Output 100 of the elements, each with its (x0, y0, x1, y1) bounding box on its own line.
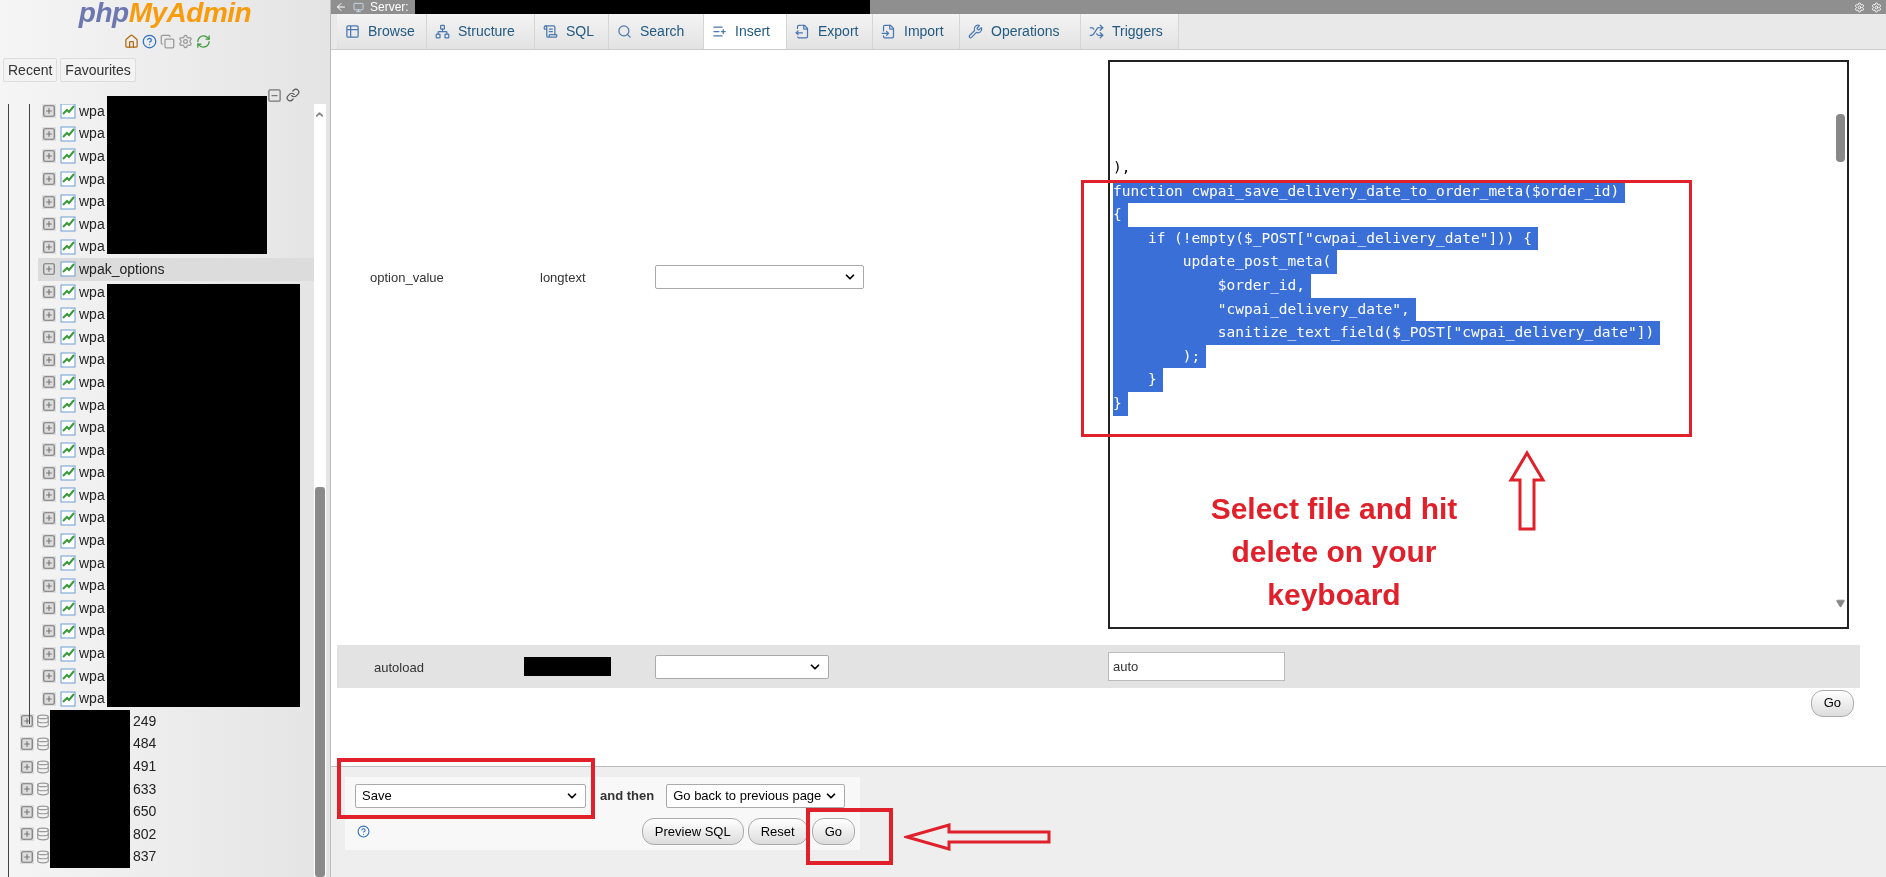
tree-item[interactable]: wpa (38, 393, 105, 417)
tree-item[interactable]: wpa (38, 104, 105, 123)
tree-item[interactable]: 802 (132, 823, 158, 845)
tree-item[interactable]: wpa (38, 190, 105, 213)
tree-item[interactable]: wpa (38, 325, 105, 349)
form-button[interactable]: Preview SQL (641, 818, 744, 845)
help-icon[interactable] (141, 33, 157, 49)
function-select[interactable] (655, 265, 864, 289)
go-button[interactable]: Go (1810, 689, 1854, 717)
settings-icon[interactable] (177, 33, 193, 49)
scroll-icon (543, 24, 558, 39)
tree-item[interactable]: 491 (132, 756, 158, 777)
database-icon (36, 736, 50, 751)
table-icon (60, 125, 76, 142)
table-icon (60, 306, 76, 323)
function-select[interactable] (655, 654, 829, 679)
table-icon (60, 442, 76, 459)
shuffle-icon (1089, 24, 1104, 39)
tab[interactable]: Triggers (1081, 14, 1179, 49)
tree-item[interactable]: wpa (38, 687, 105, 711)
tab[interactable]: Insert (704, 14, 787, 49)
tree-item[interactable]: 837 (132, 846, 158, 868)
tree-item[interactable]: 249 (132, 710, 158, 732)
tree-item[interactable]: wpa (38, 484, 105, 507)
code-line: ), (1113, 158, 1132, 177)
form-button[interactable]: Go (811, 818, 855, 845)
table-icon (60, 238, 76, 255)
tree-item[interactable]: wpak_options (38, 258, 314, 281)
link-icon[interactable] (286, 88, 300, 102)
tree-item[interactable]: wpa (38, 551, 105, 575)
tree-item[interactable]: wpa (38, 371, 105, 394)
table-icon (60, 487, 76, 504)
after-select[interactable]: Go back to previous page (666, 784, 846, 808)
column-type: longtext (540, 270, 586, 285)
table-icon (60, 284, 76, 301)
table-icon (60, 555, 76, 572)
tree-item[interactable]: wpa (38, 167, 105, 191)
database-icon (36, 782, 50, 797)
tab[interactable]: Structure (427, 14, 535, 49)
table-icon (60, 577, 76, 594)
document-icon[interactable] (159, 33, 175, 49)
tree-item[interactable]: 484 (132, 733, 158, 755)
sidebar-tab[interactable]: Favourites (60, 58, 136, 82)
tree-item[interactable]: wpa (38, 461, 105, 485)
tree-item[interactable]: wpa (38, 438, 105, 462)
scrollbar-thumb[interactable] (1836, 114, 1845, 162)
back-arrow-icon[interactable] (335, 1, 347, 13)
scroll-up-icon (314, 109, 325, 120)
table-icon (60, 668, 76, 685)
column-name: autoload (374, 659, 424, 675)
table-icon (60, 622, 76, 639)
tree-item[interactable]: 633 (132, 778, 158, 800)
table-icon (60, 148, 76, 165)
tree-item[interactable]: wpa (38, 664, 105, 688)
table-icon (60, 261, 76, 278)
tree-item[interactable]: wpa (38, 212, 105, 236)
callout-text: Select file and hit delete on your keyboard (1209, 491, 1459, 613)
scroll-down-icon (1836, 599, 1845, 608)
tree-item[interactable]: wpa (38, 597, 105, 620)
scrollbar-thumb[interactable] (315, 487, 325, 877)
collapse-icon[interactable] (267, 87, 282, 103)
code-textarea[interactable] (1108, 60, 1849, 629)
table-icon (60, 645, 76, 662)
tab[interactable]: Import (873, 14, 960, 49)
table-icon (60, 193, 76, 210)
tab[interactable]: Search (609, 14, 704, 49)
tree-item[interactable]: wpa (38, 529, 105, 552)
tree-item[interactable]: wpa (38, 416, 105, 439)
file-arrow-icon (881, 24, 896, 39)
form-button[interactable]: Reset (747, 818, 808, 845)
help-icon[interactable] (357, 825, 370, 838)
sidebar-tab[interactable]: Recent (3, 58, 58, 82)
input-field[interactable]: auto (1108, 652, 1285, 681)
database-icon (36, 804, 50, 819)
table-icon (60, 600, 76, 617)
tab[interactable]: Browse (337, 14, 427, 49)
table-icon (60, 104, 76, 120)
tree-item[interactable]: wpa (38, 235, 105, 259)
tree-item[interactable]: wpa (38, 619, 105, 643)
table-icon (60, 329, 76, 346)
reload-icon[interactable] (195, 33, 211, 49)
tree-item[interactable]: wpa (38, 642, 105, 665)
tab[interactable]: Export (787, 14, 873, 49)
tree-item[interactable]: wpa (38, 574, 105, 598)
home-icon[interactable] (123, 33, 139, 49)
logo[interactable]: phpMyAdmin (0, 0, 330, 30)
tree-item[interactable]: 650 (132, 801, 158, 823)
tree-item[interactable]: wpa (38, 122, 105, 146)
tree-item[interactable]: wpa (38, 145, 105, 168)
tree-item[interactable]: wpa (38, 303, 105, 326)
tree-item[interactable]: wpa (38, 506, 105, 530)
table-icon (60, 171, 76, 188)
hierarchy-icon (435, 24, 450, 39)
tab[interactable]: SQL (535, 14, 609, 49)
tree-item[interactable]: wpa (38, 280, 105, 304)
tab[interactable]: Operations (960, 14, 1081, 49)
table-icon (60, 351, 76, 368)
expand-icon[interactable] (20, 714, 34, 729)
action-select[interactable]: Save (355, 784, 586, 808)
tree-item[interactable]: wpa (38, 348, 105, 372)
